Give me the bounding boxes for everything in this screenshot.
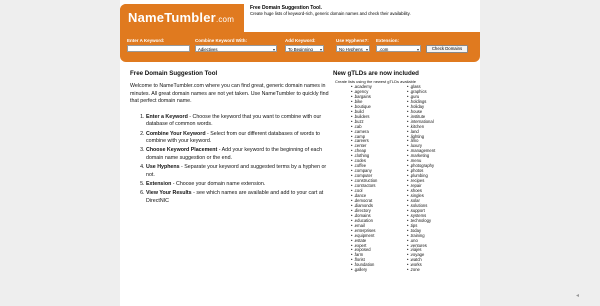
scroll-arrow-icon[interactable]: ◂ <box>576 292 579 299</box>
extension-select-value: .com <box>379 47 389 52</box>
hyphens-label: Use Hyphens?: <box>336 38 369 43</box>
step-label: Extension <box>146 180 172 187</box>
tagline-box: Free Domain Suggestion Tool. Create huge… <box>244 2 480 32</box>
header-bar: NameTumbler.com Free Domain Suggestion T… <box>120 2 480 62</box>
extension-label: Extension: <box>376 38 400 43</box>
main-title: Free Domain Suggestion Tool <box>130 70 218 77</box>
gtld-list: • .academy • .agency • .bargains • .bike • .… <box>351 84 473 273</box>
gtld-column: New gTLDs are now included Create lists … <box>333 70 473 273</box>
add-keyword-select[interactable]: To Beginning ▾ <box>285 45 324 52</box>
logo-main-text: NameTumbler <box>128 10 216 25</box>
site-logo[interactable]: NameTumbler.com <box>128 10 234 25</box>
combine-label: Combine Keyword With: <box>195 38 247 43</box>
logo-area: NameTumbler.com <box>120 4 243 34</box>
gtld-list-item: • .zone <box>407 267 420 273</box>
step-item: View Your Results - see which names are … <box>146 190 330 205</box>
logo-suffix-text: .com <box>215 15 235 24</box>
tagline-subtitle: Create huge lists of keyword-rich, gener… <box>250 11 411 16</box>
add-keyword-label: Add Keyword: <box>285 38 316 43</box>
step-text: - Choose your domain name extension. <box>171 180 266 187</box>
intro-text: Welcome to NameTumbler.com where you can… <box>130 83 329 105</box>
extension-select[interactable]: .com ▾ <box>376 45 421 52</box>
step-label: Enter a Keyword <box>146 113 188 120</box>
step-item: Extension - Choose your domain name exte… <box>146 181 330 189</box>
gtld-item: .gallery <box>353 267 368 273</box>
add-keyword-select-value: To Beginning <box>288 47 313 52</box>
keyword-input[interactable] <box>127 45 190 52</box>
combine-select-value: Adjectives <box>198 47 218 52</box>
step-label: View Your Results <box>146 190 192 197</box>
step-item: Combine Your Keyword - Select from our d… <box>146 131 330 146</box>
chevron-down-icon: ▾ <box>416 47 419 52</box>
combine-select[interactable]: Adjectives ▾ <box>195 45 277 52</box>
gtld-list-item: • .gallery <box>351 267 368 273</box>
gtld-column-1: • .academy • .agency • .bargains • .bike • .… <box>351 84 393 273</box>
step-label: Combine Your Keyword <box>146 130 206 137</box>
step-item: Use Hyphens - Separate your keyword and … <box>146 164 330 179</box>
check-domains-button[interactable]: Check Domains <box>426 45 468 53</box>
steps-list: Enter a Keyword - Choose the keyword tha… <box>130 114 330 206</box>
hyphens-select-value: No Hyphens <box>339 47 363 52</box>
step-label: Choose Keyword Placement <box>146 147 218 154</box>
gtld-title: New gTLDs are now included <box>333 70 419 77</box>
chevron-down-icon: ▾ <box>272 47 275 52</box>
step-label: Use Hyphens <box>146 164 180 171</box>
chevron-down-icon: ▾ <box>319 47 322 52</box>
keyword-label: Enter A Keyword: <box>127 38 165 43</box>
chevron-down-icon: ▾ <box>365 47 368 52</box>
step-item: Enter a Keyword - Choose the keyword tha… <box>146 114 330 129</box>
gtld-column-2: • .glass • .graphics • .guru • .holdings • .… <box>407 84 449 273</box>
hyphens-select[interactable]: No Hyphens ▾ <box>336 45 370 52</box>
step-item: Choose Keyword Placement - Add your keyw… <box>146 147 330 162</box>
gtld-item: .zone <box>409 267 420 273</box>
main-column: Free Domain Suggestion Tool Welcome to N… <box>130 70 330 207</box>
